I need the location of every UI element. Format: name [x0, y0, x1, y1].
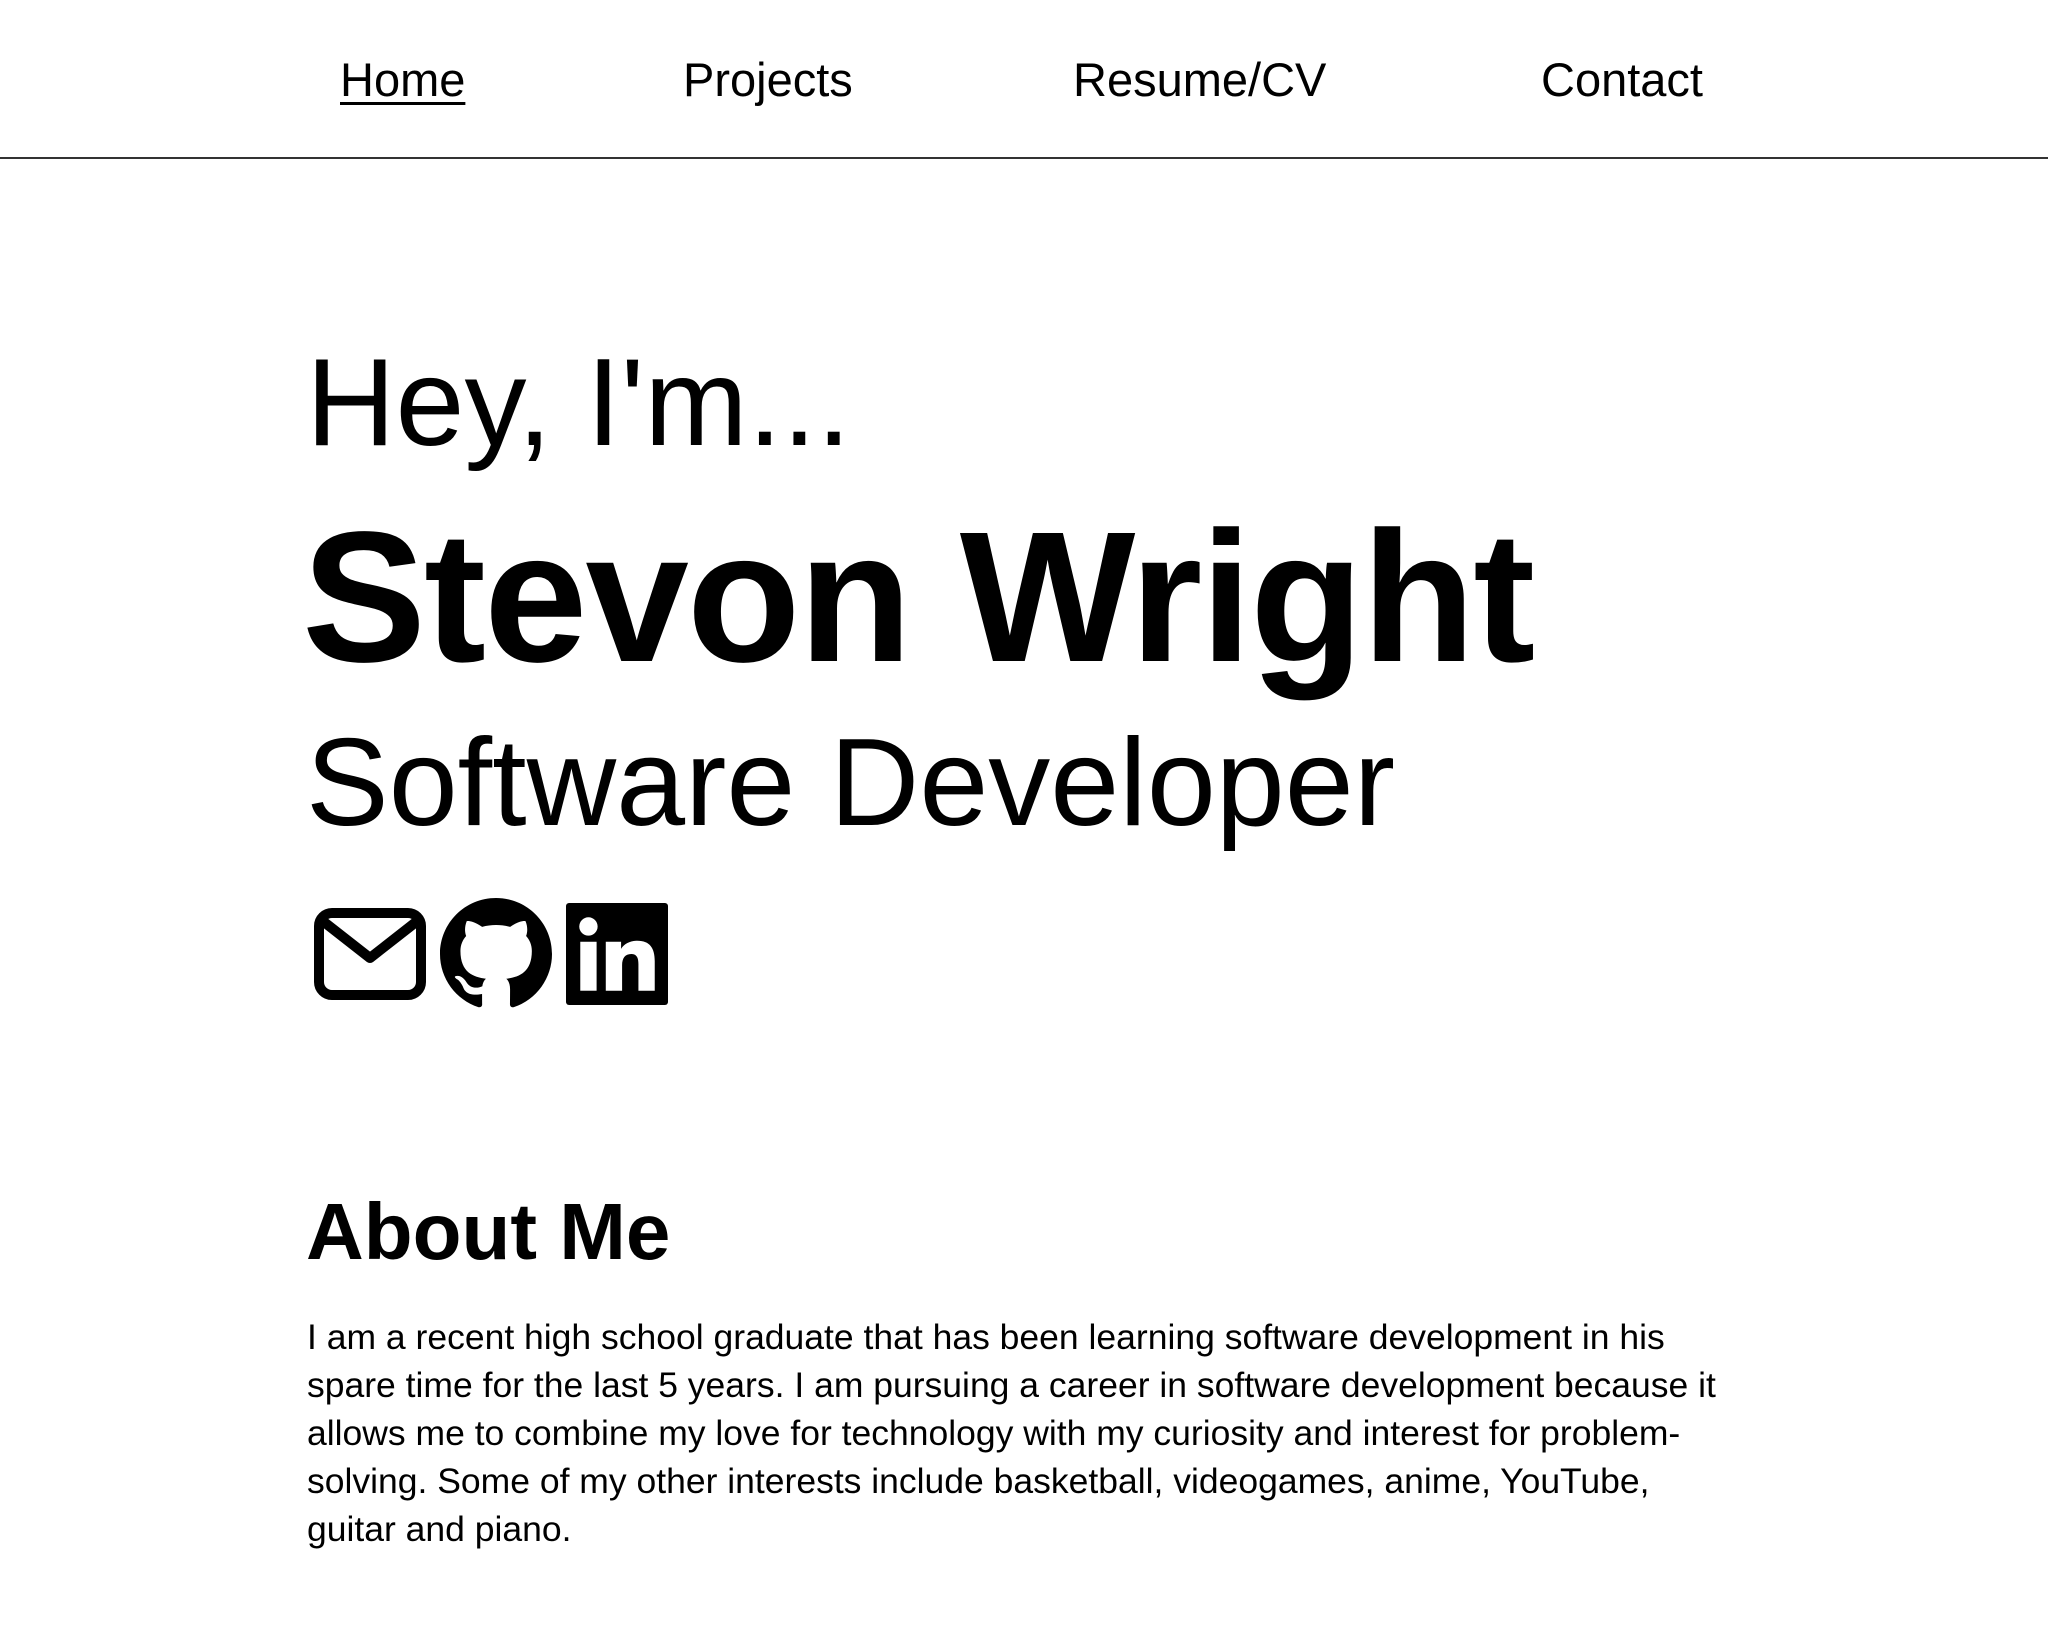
github-link[interactable]: [440, 898, 552, 1010]
hero-greeting: Hey, I'm...: [306, 334, 851, 472]
linkedin-icon: [566, 903, 668, 1005]
hero-role: Software Developer: [306, 714, 1395, 852]
about-title: About Me: [306, 1187, 671, 1276]
envelope-icon: [314, 908, 426, 1000]
hero-name: Stevon Wright: [302, 494, 1535, 701]
top-navbar: Home Projects Resume/CV Contact: [0, 0, 2048, 159]
nav-link-contact[interactable]: Contact: [1541, 52, 1703, 108]
linkedin-link[interactable]: [566, 903, 668, 1005]
email-link[interactable]: [314, 908, 426, 1000]
nav-link-home[interactable]: Home: [340, 52, 465, 108]
social-links: [314, 898, 682, 1010]
nav-link-projects[interactable]: Projects: [683, 52, 853, 108]
nav-link-resume-cv[interactable]: Resume/CV: [1073, 52, 1326, 108]
about-body: I am a recent high school graduate that …: [307, 1317, 1716, 1549]
github-icon: [440, 898, 552, 1008]
